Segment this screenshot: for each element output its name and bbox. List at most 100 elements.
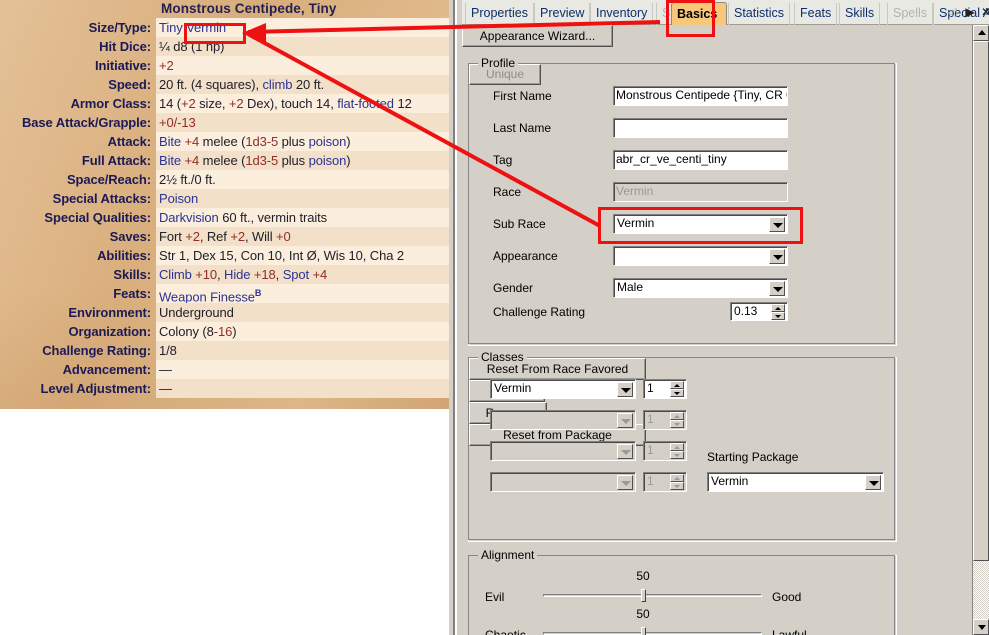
dialog-vertical-scrollbar[interactable] bbox=[972, 25, 989, 635]
annotation-highlight-subrace bbox=[598, 207, 803, 244]
annotation-highlight-basics-tab bbox=[666, 0, 715, 37]
spinner-buttons[interactable] bbox=[771, 304, 785, 320]
tab-bar: Properties Preview Inventory Store Basic… bbox=[462, 0, 989, 25]
race-label: Race bbox=[493, 185, 522, 199]
chevron-down-icon bbox=[617, 475, 633, 490]
race-input: Vermin bbox=[613, 182, 788, 202]
statblock-row-value: Weapon FinesseB bbox=[156, 284, 455, 304]
statblock-row-value: Colony (8-16) bbox=[156, 322, 455, 341]
first-name-input[interactable]: Monstrous Centipede {Tiny, CR 0.1 bbox=[613, 86, 788, 106]
statblock-row: Space/Reach: 2½ ft./0 ft. bbox=[0, 170, 455, 189]
chevron-down-icon[interactable] bbox=[769, 281, 785, 296]
statblock-row-label: Advancement: bbox=[62, 362, 151, 377]
last-name-input[interactable] bbox=[613, 118, 788, 138]
challenge-rating-spinner[interactable]: 0.13 bbox=[730, 302, 788, 321]
statblock-row: Initiative: +2 bbox=[0, 56, 455, 75]
statblock-row: Special Qualities: Darkvision 60 ft., ver… bbox=[0, 208, 455, 227]
last-name-label: Last Name bbox=[493, 121, 552, 135]
tab-feats[interactable]: Feats bbox=[794, 3, 838, 25]
app-window: Monstrous Centipede, Tiny Size/Type: Tiny… bbox=[0, 0, 989, 635]
tab-inventory[interactable]: Inventory bbox=[590, 3, 654, 25]
statblock-row-label: Saves: bbox=[109, 229, 151, 244]
statblock-row-label: Initiative: bbox=[95, 58, 151, 73]
tab-scroll-left-icon: ◁ bbox=[947, 5, 957, 19]
spinner-up-icon bbox=[670, 443, 684, 451]
spinner-down-icon[interactable] bbox=[771, 312, 785, 320]
statblock-row-value: +0/-13 bbox=[156, 113, 455, 132]
statblock-row-label: Skills: bbox=[113, 267, 151, 282]
statblock-row: Challenge Rating: 1/8 bbox=[0, 341, 455, 360]
alignment-slider-thumb-2[interactable] bbox=[641, 627, 646, 635]
tab-skills[interactable]: Skills bbox=[839, 3, 881, 25]
spinner-down-icon[interactable] bbox=[670, 389, 684, 397]
spinner-up-icon[interactable] bbox=[670, 381, 684, 389]
statblock-row-value: Str 1, Dex 15, Con 10, Int Ø, Wis 10, Ch… bbox=[156, 246, 455, 265]
statblock-row-label: Size/Type: bbox=[88, 20, 151, 35]
class-level-spinner-3: 1 bbox=[643, 441, 687, 461]
alignment-slider-thumb-1[interactable] bbox=[641, 589, 646, 602]
appearance-label: Appearance bbox=[493, 249, 558, 263]
alignment-left-label-2: Chaotic bbox=[485, 628, 526, 635]
statblock-row-label: Challenge Rating: bbox=[42, 343, 151, 358]
spinner-up-icon[interactable] bbox=[771, 304, 785, 312]
statblock-row-label: Hit Dice: bbox=[99, 39, 151, 54]
starting-package-combobox[interactable]: Vermin bbox=[707, 472, 884, 492]
class-combobox-2 bbox=[490, 410, 636, 430]
alignment-group: Alignment 50 Evil Good 50 Chaotic Lawful bbox=[468, 548, 897, 635]
tab-properties[interactable]: Properties bbox=[465, 3, 534, 25]
spinner-buttons[interactable] bbox=[670, 381, 684, 397]
spinner-down-icon bbox=[670, 420, 684, 428]
classes-legend: Classes bbox=[478, 350, 527, 364]
profile-legend: Profile bbox=[478, 56, 519, 70]
statblock-row-label: Organization: bbox=[68, 324, 152, 339]
statblock-row-label: Environment: bbox=[68, 305, 151, 320]
challenge-rating-label: Challenge Rating bbox=[493, 305, 586, 319]
statblock-row: Full Attack: Bite +4 melee (1d3-5 plus po… bbox=[0, 151, 455, 170]
spinner-up-icon bbox=[670, 412, 684, 420]
tab-preview[interactable]: Preview bbox=[534, 3, 591, 25]
alignment-legend: Alignment bbox=[478, 548, 538, 562]
alignment-right-label-2: Lawful bbox=[772, 628, 807, 635]
statblock-row-value: — bbox=[156, 379, 455, 398]
scroll-down-icon[interactable] bbox=[973, 619, 989, 635]
statblock-row-value: Underground bbox=[156, 303, 455, 322]
statblock-row-label: Speed: bbox=[108, 77, 151, 92]
statblock-row: Special Attacks: Poison bbox=[0, 189, 455, 208]
scrollbar-track[interactable] bbox=[973, 41, 989, 619]
statblock-row: Armor Class: 14 (+2 size, +2 Dex), touch … bbox=[0, 94, 455, 113]
tab-scroll-right-icon[interactable]: ▶ bbox=[962, 4, 978, 21]
panel-divider bbox=[449, 0, 463, 635]
statblock-row-value: 1/8 bbox=[156, 341, 455, 360]
character-editor-panel: Properties Preview Inventory Store Basic… bbox=[462, 0, 989, 635]
statblock-panel: Monstrous Centipede, Tiny Size/Type: Tiny… bbox=[0, 0, 455, 635]
statblock-row-label: Full Attack: bbox=[81, 153, 151, 168]
chevron-down-icon[interactable] bbox=[617, 382, 633, 397]
tag-input[interactable]: abr_cr_ve_centi_tiny bbox=[613, 150, 788, 170]
appearance-wizard-button[interactable]: Appearance Wizard... bbox=[462, 25, 613, 47]
spinner-buttons bbox=[670, 474, 684, 490]
statblock-row: Skills: Climb +10, Hide +18, Spot +4 bbox=[0, 265, 455, 284]
tag-label: Tag bbox=[493, 153, 513, 167]
close-icon[interactable]: ✕ bbox=[978, 4, 989, 21]
gender-combobox[interactable]: Male bbox=[613, 278, 788, 298]
chevron-down-icon[interactable] bbox=[769, 249, 785, 264]
starting-package-label: Starting Package bbox=[707, 450, 799, 464]
alignment-slider-1[interactable] bbox=[543, 594, 762, 597]
class-combobox-1[interactable]: Vermin bbox=[490, 379, 636, 399]
spinner-buttons bbox=[670, 443, 684, 459]
statblock-row: Feats: Weapon FinesseB bbox=[0, 284, 455, 304]
appearance-combobox[interactable] bbox=[613, 246, 788, 266]
class-combobox-4 bbox=[490, 472, 636, 492]
class-level-spinner-1[interactable]: 1 bbox=[643, 379, 687, 399]
statblock-row: Speed: 20 ft. (4 squares), climb 20 ft. bbox=[0, 75, 455, 94]
chevron-down-icon[interactable] bbox=[865, 475, 881, 490]
spinner-down-icon bbox=[670, 451, 684, 459]
class-combobox-3 bbox=[490, 441, 636, 461]
tab-statistics[interactable]: Statistics bbox=[728, 3, 791, 25]
statblock-row: Advancement: — bbox=[0, 360, 455, 379]
statblock-row-label: Attack: bbox=[107, 134, 151, 149]
statblock-row-value: Poison bbox=[156, 189, 455, 208]
class-level-spinner-4: 1 bbox=[643, 472, 687, 492]
scrollbar-thumb[interactable] bbox=[973, 41, 989, 561]
scroll-up-icon[interactable] bbox=[973, 25, 989, 41]
